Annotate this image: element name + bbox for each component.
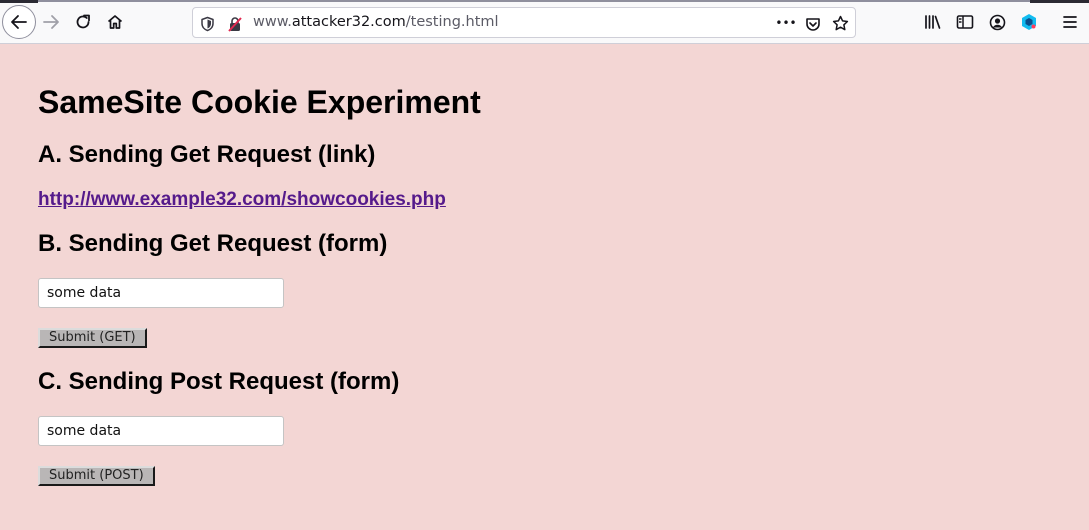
home-icon — [107, 15, 123, 29]
account-icon[interactable] — [988, 13, 1006, 31]
browser-toolbar: www.attacker32.com/testing.html ••• — [0, 0, 1089, 44]
url-path: /testing.html — [405, 14, 499, 30]
insecure-lock-icon[interactable] — [226, 15, 243, 32]
showcookies-link[interactable]: http://www.example32.com/showcookies.php — [38, 189, 446, 211]
reload-icon — [76, 14, 90, 29]
back-button[interactable] — [2, 5, 36, 39]
post-form-input[interactable] — [38, 416, 284, 446]
home-button[interactable] — [99, 6, 131, 38]
submit-post-button[interactable]: Submit (POST) — [38, 466, 155, 486]
address-bar[interactable]: www.attacker32.com/testing.html ••• — [192, 7, 856, 38]
tab-strip-indicator — [0, 0, 38, 3]
submit-get-button[interactable]: Submit (GET) — [38, 328, 147, 348]
library-icon[interactable] — [924, 13, 942, 31]
get-form-input[interactable] — [38, 278, 284, 308]
back-arrow-icon — [11, 15, 27, 29]
section-a-heading: A. Sending Get Request (link) — [38, 141, 376, 168]
page-actions-button[interactable]: ••• — [775, 14, 797, 31]
url-text[interactable]: www.attacker32.com/testing.html — [253, 14, 499, 30]
extension-icon[interactable] — [1020, 13, 1038, 31]
url-host: attacker32.com — [291, 14, 406, 30]
hamburger-menu-icon[interactable] — [1061, 13, 1079, 31]
section-b-heading: B. Sending Get Request (form) — [38, 230, 388, 257]
forward-arrow-icon — [43, 15, 59, 29]
tab-strip-line — [38, 0, 1030, 2]
pocket-icon[interactable] — [804, 15, 821, 32]
reload-button[interactable] — [67, 6, 99, 38]
section-c-heading: C. Sending Post Request (form) — [38, 368, 400, 395]
url-prefix: www. — [253, 14, 292, 30]
tab-strip-indicator-right — [1030, 0, 1089, 3]
forward-button[interactable] — [35, 6, 67, 38]
star-icon[interactable] — [832, 15, 849, 32]
sidebar-icon[interactable] — [956, 13, 974, 31]
page-title: SameSite Cookie Experiment — [38, 84, 481, 120]
shield-icon[interactable] — [199, 15, 216, 32]
